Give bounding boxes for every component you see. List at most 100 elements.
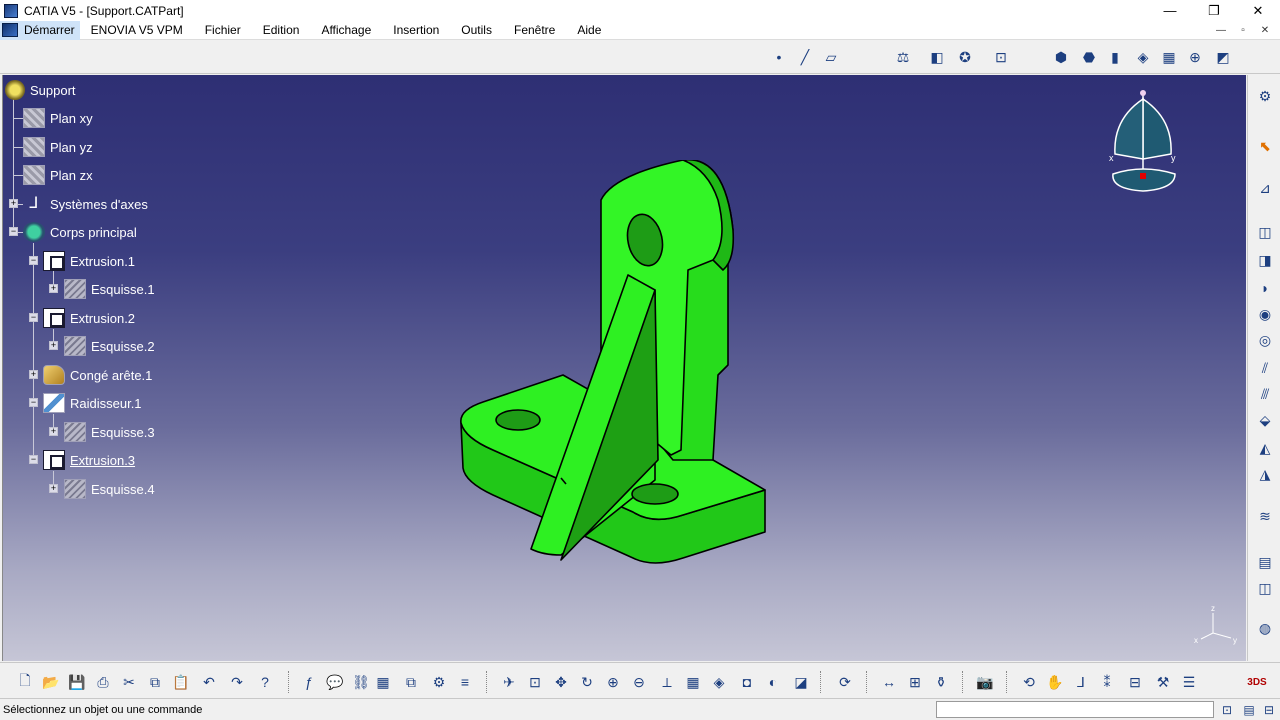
rotate-view-icon[interactable]: ↻: [576, 671, 598, 693]
snap-icon[interactable]: ⊟: [1124, 671, 1146, 693]
measure-inertia-icon[interactable]: ⚱: [930, 671, 952, 693]
zoom-in-icon[interactable]: ⊕: [602, 671, 624, 693]
menu-fenetre[interactable]: Fenêtre: [503, 23, 566, 37]
collapse-icon[interactable]: −: [29, 398, 38, 407]
list-icon[interactable]: ☰: [1178, 671, 1200, 693]
binary-icon[interactable]: ⁑: [1096, 671, 1118, 693]
view-target-icon[interactable]: ⊕: [1184, 46, 1206, 68]
redo-icon[interactable]: ↷: [226, 671, 248, 693]
knowledge-icon[interactable]: ⧉: [400, 671, 422, 693]
pocket-tool-icon[interactable]: ◨: [1254, 249, 1276, 271]
view-cube-icon[interactable]: ▦: [1158, 46, 1180, 68]
iso-view-icon[interactable]: ◈: [708, 671, 730, 693]
open-file-icon[interactable]: 📂: [40, 671, 62, 693]
pattern-tool-icon[interactable]: ▤: [1254, 551, 1276, 573]
tree-node-sketch-3[interactable]: Esquisse.3: [64, 421, 158, 443]
normal-view-icon[interactable]: ⟂: [656, 671, 678, 693]
menu-enovia[interactable]: ENOVIA V5 VPM: [80, 23, 194, 37]
fit-all-icon[interactable]: ⊡: [524, 671, 546, 693]
groove-tool-icon[interactable]: ◎: [1254, 329, 1276, 351]
menu-affichage[interactable]: Affichage: [310, 23, 382, 37]
plane-icon[interactable]: ▱: [820, 46, 842, 68]
formula-icon[interactable]: ƒ: [298, 671, 320, 693]
hide-show-icon[interactable]: ◐: [762, 671, 784, 693]
tree-node-extrusion-3[interactable]: Extrusion.3: [43, 449, 138, 471]
material-tool-icon[interactable]: ◍: [1254, 617, 1276, 639]
collapse-icon[interactable]: −: [29, 313, 38, 322]
doc-minimize-button[interactable]: —: [1210, 21, 1232, 40]
zoom-area-icon[interactable]: ⊡: [990, 46, 1012, 68]
stop-command-icon[interactable]: ⊡: [1218, 701, 1236, 719]
view-material-icon[interactable]: ◩: [1212, 46, 1234, 68]
tree-node-root[interactable]: Support: [5, 79, 79, 101]
tree-node-sketch-2[interactable]: Esquisse.2: [64, 335, 158, 357]
fillet-tool-icon[interactable]: ◭: [1254, 437, 1276, 459]
menu-start[interactable]: Démarrer: [0, 20, 80, 40]
hole-tool-icon[interactable]: ◉: [1254, 303, 1276, 325]
paste-icon[interactable]: 📋: [170, 671, 192, 693]
shaft-tool-icon[interactable]: ◗: [1254, 277, 1276, 299]
gear-icon[interactable]: ⚙: [1254, 85, 1276, 107]
multi-view-icon[interactable]: ▦: [682, 671, 704, 693]
menu-aide[interactable]: Aide: [566, 23, 612, 37]
view-edges-icon[interactable]: ◈: [1132, 46, 1154, 68]
tree-node-sketch-4[interactable]: Esquisse.4: [64, 478, 158, 500]
comment-icon[interactable]: 💬: [324, 671, 346, 693]
doc-restore-button[interactable]: ▫: [1232, 21, 1254, 40]
undo-icon[interactable]: ↶: [198, 671, 220, 693]
pad-tool-icon[interactable]: ◫: [1254, 221, 1276, 243]
pan-icon[interactable]: ✥: [550, 671, 572, 693]
close-button[interactable]: ✕: [1236, 0, 1280, 21]
refresh-icon[interactable]: ⟲: [1018, 671, 1040, 693]
slot-tool-icon[interactable]: ⫻: [1254, 383, 1276, 405]
tree-node-extrusion-2[interactable]: Extrusion.2: [43, 307, 138, 329]
minimize-button[interactable]: —: [1148, 0, 1192, 21]
axis-icon[interactable]: ⅃: [1070, 671, 1092, 693]
tool-icon[interactable]: ⚒: [1152, 671, 1174, 693]
collapse-icon[interactable]: −: [29, 455, 38, 464]
collapse-icon[interactable]: −: [9, 227, 18, 236]
maximize-button[interactable]: ❐: [1192, 0, 1236, 21]
expand-icon[interactable]: +: [9, 199, 18, 208]
print-icon[interactable]: ⎙: [92, 671, 114, 693]
expand-icon[interactable]: +: [49, 341, 58, 350]
capture-icon[interactable]: 📷: [974, 671, 996, 693]
save-icon[interactable]: 💾: [66, 671, 88, 693]
tree-node-fillet-1[interactable]: Congé arête.1: [43, 364, 155, 386]
tree-node-sketch-1[interactable]: Esquisse.1: [64, 278, 158, 300]
new-file-icon[interactable]: 🗋: [14, 671, 36, 693]
view-box-icon[interactable]: ⬣: [1078, 46, 1100, 68]
expand-icon[interactable]: +: [49, 484, 58, 493]
3d-viewport[interactable]: Support Plan xy Plan yz Plan zx + ⅃ Syst…: [2, 75, 1246, 661]
view-shading-icon[interactable]: ▮: [1104, 46, 1126, 68]
help-icon[interactable]: ?: [254, 671, 276, 693]
tree-node-plane-xy[interactable]: Plan xy: [23, 107, 96, 129]
history-icon[interactable]: ▤: [1240, 701, 1258, 719]
swap-space-icon[interactable]: ◪: [790, 671, 812, 693]
measure-item-icon[interactable]: ⊞: [904, 671, 926, 693]
menu-outils[interactable]: Outils: [450, 23, 503, 37]
tree-node-plane-zx[interactable]: Plan zx: [23, 164, 96, 186]
tree-node-plane-yz[interactable]: Plan yz: [23, 136, 96, 158]
tree-node-body[interactable]: Corps principal: [23, 221, 140, 243]
select-arrow-icon[interactable]: ⬉: [1254, 135, 1276, 157]
loft-tool-icon[interactable]: ⬙: [1254, 409, 1276, 431]
expand-icon[interactable]: +: [29, 370, 38, 379]
3d-part-model[interactable]: [443, 160, 783, 570]
measure-between-icon[interactable]: ↔: [878, 671, 900, 693]
tree-node-rib-1[interactable]: Raidisseur.1: [43, 392, 145, 414]
sketch-tool-icon[interactable]: ⊿: [1254, 177, 1276, 199]
compass-icon[interactable]: x y: [1103, 89, 1183, 199]
point-icon[interactable]: •: [768, 46, 790, 68]
constraint-icon[interactable]: ◧: [926, 46, 948, 68]
collapse-icon[interactable]: −: [29, 256, 38, 265]
menu-insertion[interactable]: Insertion: [382, 23, 450, 37]
expand-icon[interactable]: +: [49, 427, 58, 436]
zoom-out-icon[interactable]: ⊖: [628, 671, 650, 693]
doc-close-button[interactable]: ✕: [1254, 21, 1276, 40]
menu-fichier[interactable]: Fichier: [194, 23, 252, 37]
menu-edition[interactable]: Edition: [252, 23, 311, 37]
catalog-icon[interactable]: ⚙: [428, 671, 450, 693]
update-icon[interactable]: ⟳: [834, 671, 856, 693]
transform-tool-icon[interactable]: ≋: [1254, 505, 1276, 527]
